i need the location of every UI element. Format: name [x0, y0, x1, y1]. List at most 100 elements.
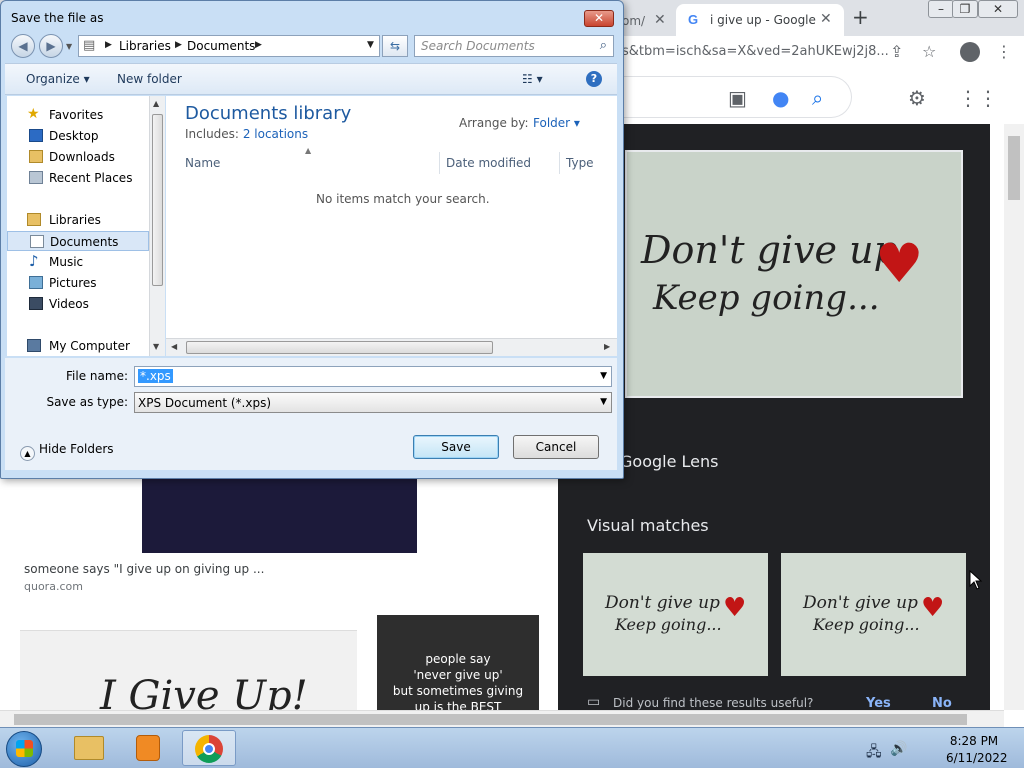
- column-divider[interactable]: [559, 152, 560, 174]
- forward-button[interactable]: ▶: [39, 34, 63, 58]
- lens-preview-image[interactable]: Don't give up Keep going... ♥: [625, 150, 963, 398]
- url-bar[interactable]: s&tbm=isch&sa=X&ved=2ahUKEwj2j8...: [622, 44, 889, 59]
- search-icon[interactable]: ⌕: [812, 86, 823, 110]
- chevron-down-icon[interactable]: ▼: [367, 40, 374, 50]
- search-placeholder: Search Documents: [421, 39, 535, 53]
- chevron-right-icon[interactable]: ▶: [255, 40, 262, 50]
- visual-match-thumbnail[interactable]: Don't give up Keep going... ♥: [583, 553, 768, 676]
- start-button[interactable]: [6, 731, 42, 767]
- feedback-yes-button[interactable]: Yes: [866, 696, 891, 711]
- clock-time[interactable]: 8:28 PM: [946, 734, 1002, 748]
- close-icon[interactable]: ✕: [654, 12, 666, 28]
- taskbar-media-player[interactable]: [122, 730, 176, 766]
- new-folder-button[interactable]: New folder: [117, 72, 182, 86]
- scroll-left-icon[interactable]: ◀: [171, 342, 177, 351]
- column-header-name[interactable]: Name: [185, 150, 220, 176]
- sidebar-item-documents[interactable]: Documents: [7, 231, 149, 251]
- history-dropdown-icon[interactable]: ▼: [66, 42, 72, 51]
- scroll-down-icon[interactable]: ▼: [153, 342, 159, 351]
- media-player-icon: [136, 735, 160, 761]
- tab-active[interactable]: G i give up - Google ✕: [676, 4, 844, 36]
- visual-matches-title: Visual matches: [587, 516, 709, 535]
- bookmark-star-icon[interactable]: ☆: [922, 42, 936, 61]
- location-icon: ▤: [83, 38, 96, 53]
- taskbar-chrome[interactable]: [182, 730, 236, 766]
- breadcrumb-documents[interactable]: Documents: [187, 39, 255, 53]
- sidebar-item-pictures[interactable]: Pictures: [7, 273, 149, 293]
- address-bar[interactable]: ▤ ▶ Libraries ▶ Documents ▶ ▼: [78, 35, 380, 57]
- lens-title[interactable]: Google Lens: [620, 452, 718, 471]
- desktop-icon: [29, 129, 43, 142]
- menu-dots-icon[interactable]: ⋮: [996, 42, 1012, 61]
- sidebar-item-music[interactable]: ♪ Music: [7, 252, 149, 272]
- downloads-folder-icon: [29, 150, 43, 163]
- profile-avatar[interactable]: [960, 42, 980, 62]
- column-header-date[interactable]: Date modified: [446, 150, 531, 176]
- file-name-input[interactable]: *.xps ▼: [134, 366, 612, 387]
- scroll-right-icon[interactable]: ▶: [604, 342, 610, 351]
- sidebar-item-downloads[interactable]: Downloads: [7, 147, 149, 167]
- tab-partial[interactable]: om/ ✕: [618, 4, 674, 36]
- chevron-right-icon[interactable]: ▶: [105, 40, 112, 50]
- view-options-icon[interactable]: ☷ ▾: [522, 72, 543, 86]
- search-input[interactable]: Search Documents ⌕: [414, 35, 614, 57]
- sidebar-item-recent-places[interactable]: Recent Places: [7, 168, 149, 188]
- microphone-icon[interactable]: ●: [772, 86, 789, 110]
- navigation-scrollbar[interactable]: ▲ ▼: [149, 96, 165, 356]
- network-icon[interactable]: 🖧: [866, 741, 882, 765]
- minimize-button[interactable]: –: [928, 0, 954, 18]
- scroll-up-icon[interactable]: ▲: [153, 99, 159, 108]
- page-horizontal-scrollbar[interactable]: [0, 710, 1004, 727]
- page-vertical-scrollbar[interactable]: [1004, 124, 1024, 710]
- hide-folders-button[interactable]: ▲ Hide Folders: [20, 442, 114, 461]
- window-close-button[interactable]: ✕: [978, 0, 1018, 18]
- result-caption[interactable]: someone says "I give up on giving up ...: [24, 562, 264, 576]
- dialog-close-button[interactable]: ✕: [584, 10, 614, 27]
- result-thumbnail[interactable]: [142, 478, 417, 553]
- close-icon[interactable]: ✕: [820, 11, 832, 27]
- search-icon[interactable]: ⌕: [600, 38, 607, 53]
- music-icon: ♪: [29, 252, 39, 270]
- image-text: Don't give up: [605, 593, 720, 613]
- help-icon[interactable]: ?: [586, 71, 602, 87]
- sidebar-item-favorites[interactable]: ★ Favorites: [7, 105, 149, 125]
- result-thumbnail[interactable]: I Give Up!: [20, 630, 357, 710]
- share-icon[interactable]: ⇪: [890, 42, 903, 61]
- apps-grid-icon[interactable]: ⋮⋮: [958, 86, 998, 110]
- chevron-right-icon[interactable]: ▶: [175, 40, 182, 50]
- maximize-button[interactable]: ❐: [952, 0, 978, 18]
- column-divider[interactable]: [439, 152, 440, 174]
- includes-locations-link[interactable]: 2 locations: [243, 127, 308, 141]
- camera-icon[interactable]: ▣: [728, 86, 747, 110]
- star-icon: ★: [27, 106, 40, 122]
- file-pane-scrollbar[interactable]: ◀ ▶: [166, 338, 617, 356]
- sidebar-item-my-computer[interactable]: My Computer: [7, 336, 149, 356]
- arrange-by-dropdown[interactable]: Folder ▾: [533, 116, 580, 130]
- save-type-select[interactable]: XPS Document (*.xps) ▼: [134, 392, 612, 413]
- feedback-no-button[interactable]: No: [932, 696, 952, 711]
- quote-line: 'never give up': [413, 668, 503, 682]
- cancel-button[interactable]: Cancel: [513, 435, 599, 459]
- includes-label: Includes:: [185, 127, 239, 141]
- volume-icon[interactable]: 🔊: [890, 741, 907, 757]
- clock-date[interactable]: 6/11/2022: [946, 751, 1008, 765]
- breadcrumb-libraries[interactable]: Libraries: [119, 39, 171, 53]
- result-thumbnail[interactable]: people say 'never give up' but sometimes…: [377, 615, 539, 714]
- visual-match-thumbnail[interactable]: Don't give up Keep going... ♥: [781, 553, 966, 676]
- gear-icon[interactable]: ⚙: [908, 86, 926, 110]
- sidebar-item-desktop[interactable]: Desktop: [7, 126, 149, 146]
- back-button[interactable]: ◀: [11, 34, 35, 58]
- heart-icon: ♥: [921, 593, 945, 623]
- new-tab-button[interactable]: +: [852, 5, 869, 29]
- taskbar-explorer[interactable]: [62, 730, 116, 766]
- file-name-value: *.xps: [138, 369, 173, 383]
- feedback-question: Did you find these results useful?: [613, 696, 814, 710]
- chevron-down-icon[interactable]: ▼: [600, 371, 607, 381]
- organize-menu[interactable]: Organize ▾: [26, 72, 90, 86]
- save-button[interactable]: Save: [413, 435, 499, 459]
- refresh-button[interactable]: ⇆: [382, 35, 408, 57]
- pictures-icon: [29, 276, 43, 289]
- sidebar-item-libraries[interactable]: Libraries: [7, 210, 149, 230]
- column-header-type[interactable]: Type: [566, 150, 594, 176]
- sidebar-item-videos[interactable]: Videos: [7, 294, 149, 314]
